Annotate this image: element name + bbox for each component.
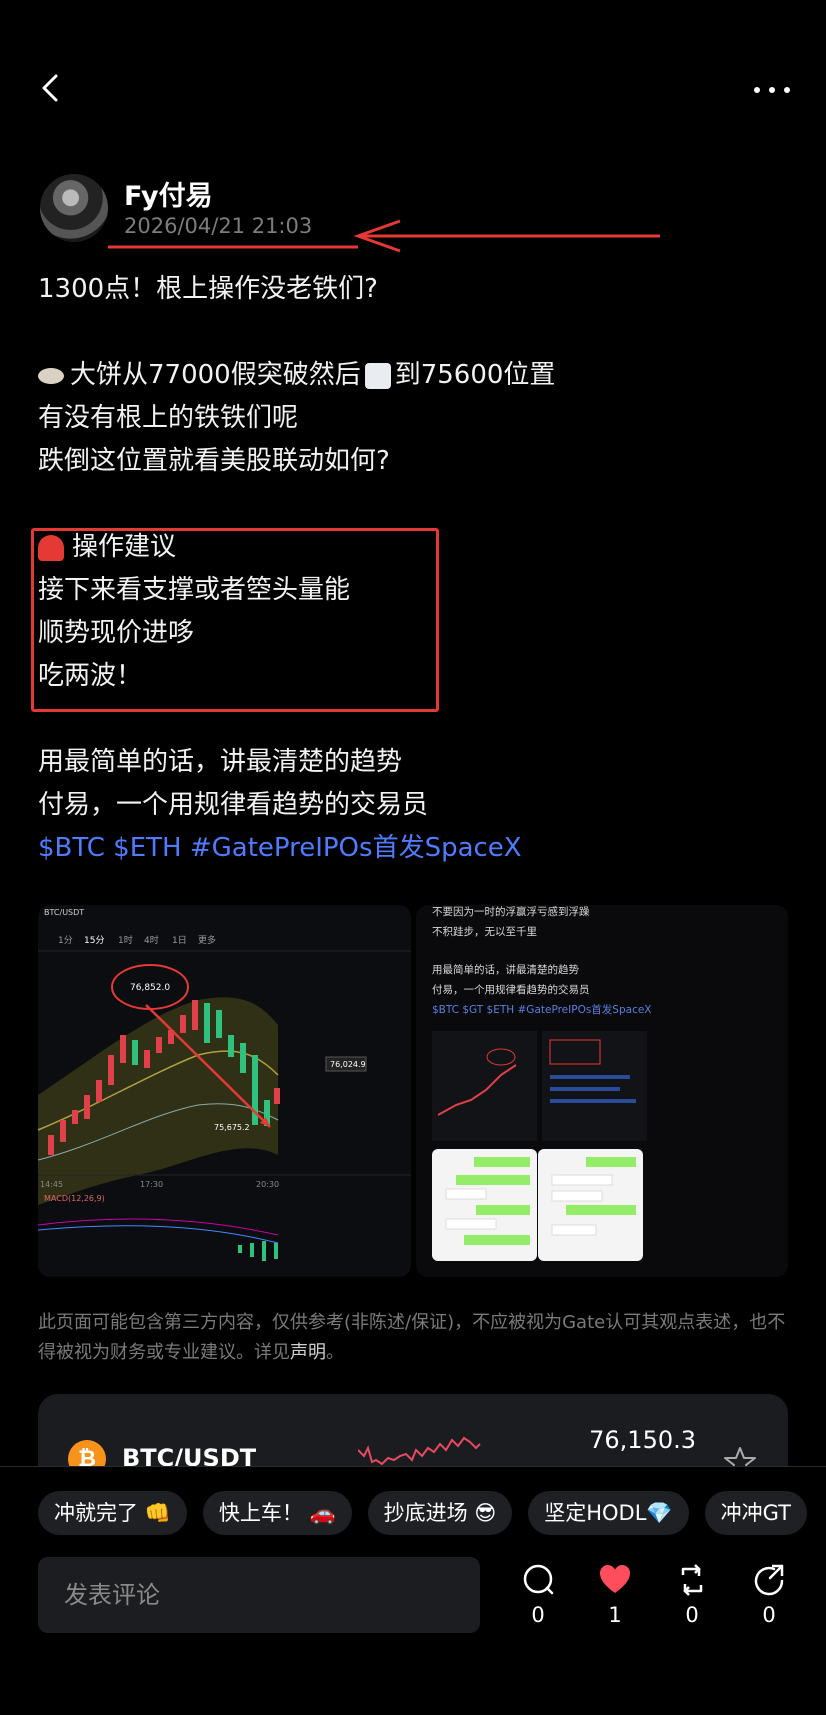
quick-reply-chip[interactable]: 冲就完了 👊 <box>38 1491 187 1535</box>
share-button[interactable]: 0 <box>744 1563 794 1627</box>
screenshot-text: 不积跬步，无以至千里 <box>432 925 537 938</box>
chart-tab: 4时 <box>144 934 159 946</box>
chart-tab: 1分 <box>58 935 73 946</box>
avatar[interactable] <box>40 174 108 242</box>
bottom-bar: 冲就完了 👊 快上车！ 🚗 抄底进场 😎 坚定HODL💎 冲冲GT 0 1 0 … <box>0 1466 826 1715</box>
post-line: 有没有根上的铁铁们呢 <box>38 403 299 433</box>
comment-input[interactable] <box>38 1557 480 1633</box>
post-tags-link[interactable]: $BTC $ETH #GatePreIPOs首发SpaceX <box>38 827 798 870</box>
post-line: 用最简单的话，讲最清楚的趋势 <box>38 747 403 777</box>
chart-tab: 15分 <box>84 935 104 946</box>
like-count: 1 <box>608 1603 622 1627</box>
post-line: 1300点！根上操作没老铁们? <box>38 274 378 304</box>
quick-reply-chip[interactable]: 坚定HODL💎 <box>528 1491 689 1535</box>
post-line: 跌倒这位置就看美股联动如何? <box>38 446 390 476</box>
comment-count: 0 <box>531 1603 545 1627</box>
chart-time: 14:45 <box>40 1180 63 1189</box>
ticker-price: 76,150.3 <box>589 1426 696 1454</box>
repost-count: 0 <box>685 1603 699 1627</box>
like-button[interactable]: 1 <box>590 1563 640 1627</box>
chart-image[interactable]: BTC/USDT 1分 15分 1时 4时 1日 更多 76,852.0 75,… <box>38 905 411 1277</box>
chart-price-tag: 76,024.9 <box>330 1060 366 1069</box>
repost-icon <box>681 1564 703 1596</box>
chart-tab: 1时 <box>118 934 133 946</box>
screenshot-image[interactable]: 不要因为一时的浮赢浮亏感到浮躁 不积跬步，无以至千里 用最简单的话，讲最清楚的趋… <box>416 905 788 1277</box>
heart-icon <box>600 1565 630 1593</box>
author-name[interactable]: Fy付易 <box>124 174 213 213</box>
comment-button[interactable]: 0 <box>513 1563 563 1627</box>
screenshot-text: 用最简单的话，讲最清楚的趋势 <box>432 963 579 976</box>
post-line: 大饼从77000假突破然后 到75600位置 <box>38 354 798 397</box>
chart-low-label: 75,675.2 <box>214 1123 250 1132</box>
chart-pair: BTC/USDT <box>44 908 84 917</box>
chart-high-label: 76,852.0 <box>130 983 170 993</box>
chart-tab: 更多 <box>198 934 216 946</box>
quick-reply-chip[interactable]: 快上车！ 🚗 <box>202 1491 352 1535</box>
chart-time: 17:30 <box>140 1180 163 1189</box>
screenshot-text: 付易，一个用规律看趋势的交易员 <box>432 983 590 996</box>
disclaimer: 此页面可能包含第三方内容，仅供参考(非陈述/保证)，不应被视为Gate认可其观点… <box>38 1312 786 1363</box>
screenshot-text: $BTC $GT $ETH #GatePreIPOs首发SpaceX <box>432 1003 652 1016</box>
chevron-left-icon[interactable] <box>32 68 72 108</box>
disclaimer-link[interactable]: 声明 <box>290 1342 326 1363</box>
quick-reply-chip[interactable]: 抄底进场 😎 <box>367 1491 513 1535</box>
chart-down-emoji-icon <box>364 362 391 389</box>
quick-reply-chip[interactable]: 冲冲GT <box>704 1491 807 1535</box>
share-count: 0 <box>762 1603 776 1627</box>
share-icon <box>754 1564 784 1596</box>
repost-button[interactable]: 0 <box>667 1563 717 1627</box>
comment-icon <box>523 1564 554 1595</box>
post-line: 付易，一个用规律看趋势的交易员 <box>38 790 429 820</box>
quick-replies: 冲就完了 👊 快上车！ 🚗 抄底进场 😎 坚定HODL💎 冲冲GT <box>38 1491 807 1535</box>
chart-macd-label: MACD(12,26,9) <box>44 1194 105 1203</box>
flatbread-emoji-icon <box>38 367 64 384</box>
chart-tab: 1日 <box>172 935 187 946</box>
annotation-highlight-box <box>31 528 439 712</box>
ellipsis-icon[interactable] <box>744 78 800 102</box>
annotation-arrow <box>108 219 660 253</box>
chart-time: 20:30 <box>256 1180 279 1189</box>
screenshot-text: 不要因为一时的浮赢浮亏感到浮躁 <box>432 905 590 918</box>
